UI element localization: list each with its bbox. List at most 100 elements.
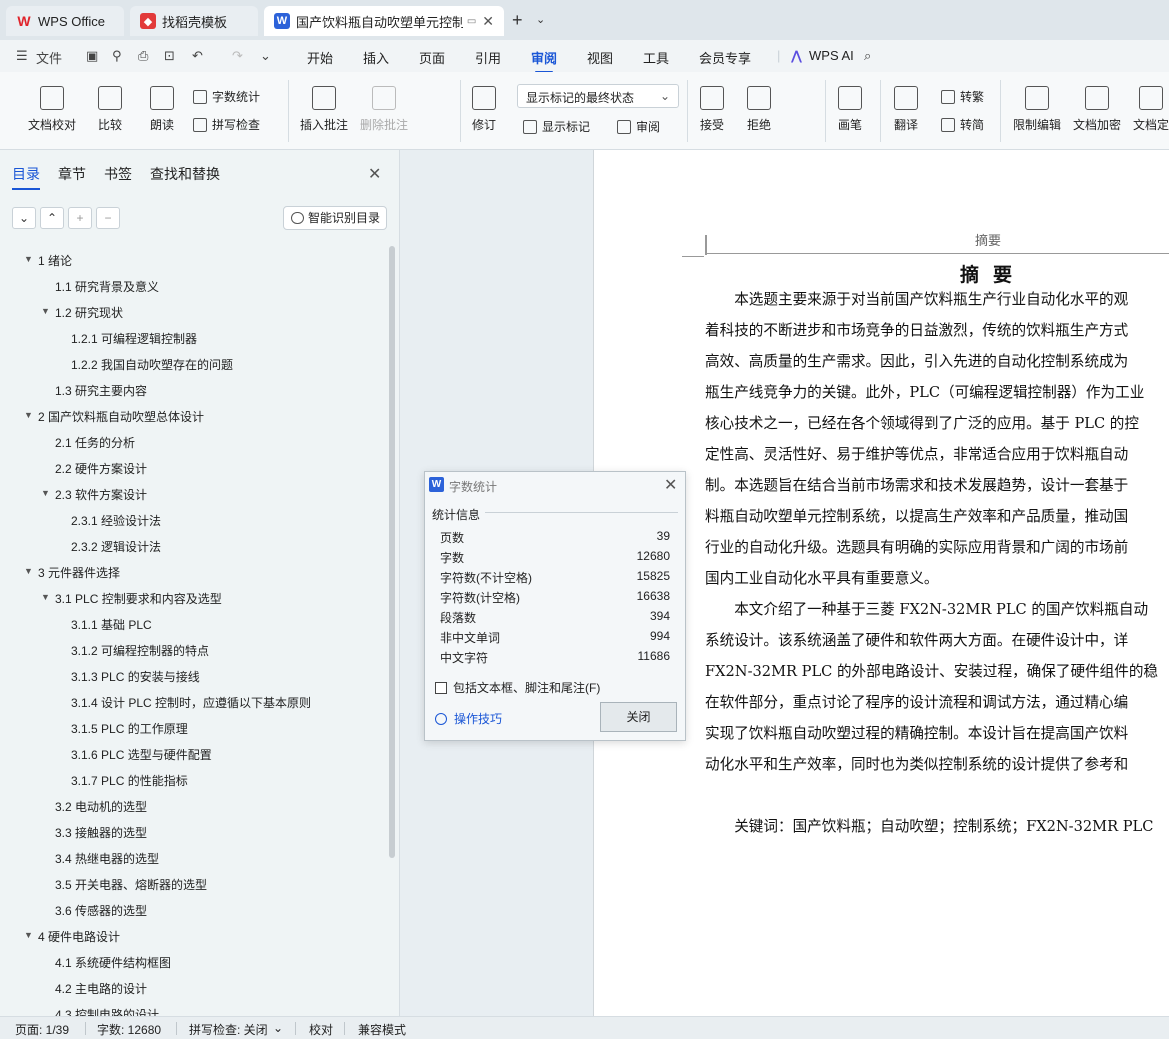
- toc-item[interactable]: 3.3 接触器的选型: [55, 824, 147, 844]
- toc-item[interactable]: 4.1 系统硬件结构框图: [55, 954, 171, 974]
- toc-item[interactable]: 1.2.2 我国自动吹塑存在的问题: [71, 356, 233, 376]
- nav-tab-toc[interactable]: 目录: [12, 164, 40, 190]
- toc-scrollbar[interactable]: [389, 246, 395, 858]
- caret-down-icon[interactable]: ▼: [24, 566, 33, 576]
- menu-start[interactable]: 开始: [307, 48, 333, 67]
- toc-item[interactable]: 2.2 硬件方案设计: [55, 460, 147, 480]
- toc-item[interactable]: ▼ 3.1 PLC 控制要求和内容及选型: [41, 590, 222, 610]
- menu-member[interactable]: 会员专享: [699, 48, 751, 67]
- search-icon[interactable]: ⌕: [864, 48, 871, 64]
- print-icon[interactable]: ⎙: [138, 48, 148, 64]
- collapse-button[interactable]: ⌄: [12, 207, 36, 229]
- remove-heading-button[interactable]: −: [96, 207, 120, 229]
- toc-item[interactable]: ▼ 1.2 研究现状: [41, 304, 123, 324]
- checkbox-box[interactable]: [435, 681, 447, 694]
- toc-item[interactable]: 3.4 热继电器的选型: [55, 850, 159, 870]
- markup-state-select[interactable]: 显示标记的最终状态 ⌄: [517, 84, 679, 108]
- toc-item[interactable]: 1.1 研究背景及意义: [55, 278, 159, 298]
- toc-item[interactable]: 3.1.7 PLC 的性能指标: [71, 772, 188, 792]
- compare-button[interactable]: 比较: [98, 86, 122, 133]
- delete-comment-button[interactable]: 删除批注: [360, 86, 408, 133]
- encrypt-button[interactable]: 文档加密: [1073, 86, 1121, 133]
- nav-tab-sections[interactable]: 章节: [58, 164, 86, 184]
- menu-reference[interactable]: 引用: [475, 48, 501, 67]
- menu-wps-ai[interactable]: WPS AI: [809, 48, 854, 63]
- nav-tab-find-replace[interactable]: 查找和替换: [150, 164, 220, 184]
- caret-down-icon[interactable]: ▼: [24, 930, 33, 940]
- chevron-down-icon[interactable]: ⌄: [273, 1021, 283, 1035]
- toc-item[interactable]: 3.6 传感器的选型: [55, 902, 147, 922]
- translate-button[interactable]: 翻译: [894, 86, 918, 133]
- to-simplified-button[interactable]: 转简: [941, 116, 984, 133]
- toc-item[interactable]: 1.3 研究主要内容: [55, 382, 147, 402]
- caret-down-icon[interactable]: ▼: [41, 592, 50, 602]
- accept-button[interactable]: 接受: [700, 86, 724, 133]
- toc-item[interactable]: 3.2 电动机的选型: [55, 798, 147, 818]
- save-icon[interactable]: ▣: [86, 48, 98, 64]
- close-tab-icon[interactable]: ✕: [482, 13, 494, 30]
- monitor-icon[interactable]: ▭: [467, 16, 476, 27]
- read-aloud-button[interactable]: 朗读: [150, 86, 174, 133]
- share-icon[interactable]: ⚲: [112, 48, 122, 64]
- toc-item[interactable]: ▼ 1 绪论: [24, 252, 72, 272]
- menu-tools[interactable]: 工具: [643, 48, 669, 67]
- dialog-close-icon[interactable]: ✕: [664, 475, 677, 495]
- menu-view[interactable]: 视图: [587, 48, 613, 67]
- tab-document[interactable]: W 国产饮料瓶自动吹塑单元控制系 ▭ ✕: [264, 6, 504, 36]
- file-menu[interactable]: 文件: [36, 48, 62, 67]
- toc-item[interactable]: 2.3.1 经验设计法: [71, 512, 161, 532]
- nav-tab-bookmarks[interactable]: 书签: [104, 164, 132, 184]
- toc-item[interactable]: 4.3 控制电路的设计: [55, 1006, 159, 1016]
- redo-icon[interactable]: ↷: [232, 48, 243, 64]
- caret-down-icon[interactable]: ▼: [41, 488, 50, 498]
- show-markup-button[interactable]: 显示标记: [523, 118, 590, 135]
- print-preview-icon[interactable]: ⊡: [164, 48, 175, 64]
- finalize-button[interactable]: 文档定: [1133, 86, 1169, 133]
- caret-down-icon[interactable]: ▼: [24, 410, 33, 420]
- status-proof[interactable]: 校对: [309, 1021, 333, 1038]
- menu-review[interactable]: 审阅: [531, 48, 557, 73]
- menu-insert[interactable]: 插入: [363, 48, 389, 67]
- toc-item[interactable]: 2.1 任务的分析: [55, 434, 135, 454]
- tips-link[interactable]: 操作技巧: [435, 710, 502, 727]
- toc-item[interactable]: 3.1.6 PLC 选型与硬件配置: [71, 746, 212, 766]
- toc-item[interactable]: ▼ 2.3 软件方案设计: [41, 486, 147, 506]
- toc-item[interactable]: 3.1.2 可编程控制器的特点: [71, 642, 209, 662]
- tab-wps-office[interactable]: W WPS Office: [6, 6, 124, 36]
- tab-template[interactable]: ◆ 找稻壳模板: [130, 6, 258, 36]
- toc-item[interactable]: 1.2.1 可编程逻辑控制器: [71, 330, 197, 350]
- status-page[interactable]: 页面: 1/39: [15, 1021, 69, 1038]
- chevron-down-icon[interactable]: ⌄: [536, 13, 545, 26]
- toc-item[interactable]: 3.5 开关电器、熔断器的选型: [55, 876, 207, 896]
- toc-item[interactable]: ▼ 3 元件器件选择: [24, 564, 120, 584]
- smart-toc-button[interactable]: 智能识别目录: [283, 206, 387, 230]
- hamburger-icon[interactable]: ☰: [16, 48, 28, 64]
- spell-check-button[interactable]: 拼写检查: [193, 116, 260, 133]
- revise-button[interactable]: 修订: [472, 86, 496, 133]
- undo-icon[interactable]: ↶: [192, 48, 203, 64]
- close-icon[interactable]: ✕: [368, 164, 381, 184]
- review-pane-button[interactable]: 审阅: [617, 118, 660, 135]
- new-tab-button[interactable]: +: [512, 10, 523, 31]
- word-count-button[interactable]: 字数统计: [193, 88, 260, 105]
- toc-item[interactable]: 3.1.5 PLC 的工作原理: [71, 720, 188, 740]
- add-heading-button[interactable]: +: [68, 207, 92, 229]
- toc-item[interactable]: 2.3.2 逻辑设计法: [71, 538, 161, 558]
- toc-item[interactable]: 3.1.4 设计 PLC 控制时，应遵循以下基本原则: [71, 694, 311, 714]
- toc-item[interactable]: 4.2 主电路的设计: [55, 980, 147, 1000]
- more-chevron-icon[interactable]: ⌄: [260, 48, 271, 64]
- doc-proof-button[interactable]: 文档校对: [28, 86, 76, 133]
- reject-button[interactable]: 拒绝: [747, 86, 771, 133]
- include-footnotes-checkbox[interactable]: 包括文本框、脚注和尾注(F): [435, 679, 600, 696]
- insert-comment-button[interactable]: 插入批注: [300, 86, 348, 133]
- status-spell[interactable]: 拼写检查: 关闭: [189, 1021, 268, 1038]
- expand-button[interactable]: ⌃: [40, 207, 64, 229]
- to-traditional-button[interactable]: 转繁: [941, 88, 984, 105]
- toc-item[interactable]: 3.1.1 基础 PLC: [71, 616, 152, 636]
- toc-item[interactable]: ▼ 4 硬件电路设计: [24, 928, 120, 948]
- menu-page[interactable]: 页面: [419, 48, 445, 67]
- status-words[interactable]: 字数: 12680: [97, 1021, 161, 1038]
- restrict-edit-button[interactable]: 限制编辑: [1013, 86, 1061, 133]
- toc-item[interactable]: 3.1.3 PLC 的安装与接线: [71, 668, 200, 688]
- dialog-titlebar[interactable]: W 字数统计 ✕: [425, 472, 685, 498]
